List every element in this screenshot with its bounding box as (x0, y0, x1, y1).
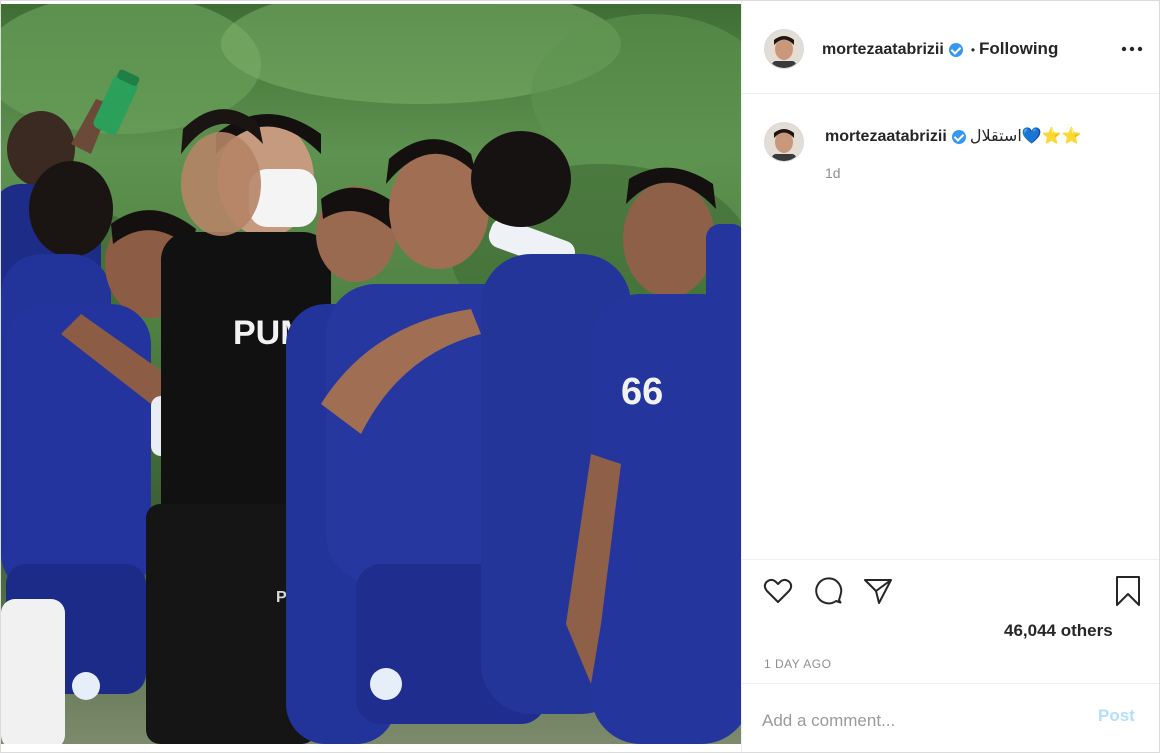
bookmark-icon[interactable] (1112, 575, 1144, 607)
caption-avatar[interactable] (764, 122, 804, 162)
caption-username[interactable]: mortezaatabrizii (825, 128, 947, 145)
more-options-icon[interactable] (1120, 39, 1144, 59)
caption-timestamp[interactable]: 1d (825, 165, 841, 181)
jersey-number: 66 (621, 371, 663, 413)
author-username[interactable]: mortezaatabrizii (822, 41, 944, 58)
likes-count[interactable]: 46,044 others (1004, 621, 1113, 641)
post-actions: 46,044 others 1 DAY AGO (742, 559, 1159, 684)
post-side-panel: mortezaatabrizii • Following mortezaatabri… (741, 1, 1159, 752)
team-photo-illustration: PUMA PUMA 66 (1, 4, 741, 744)
paper-plane-icon[interactable] (862, 575, 894, 607)
caption-verified-badge-icon (951, 129, 966, 144)
post-photo[interactable]: PUMA PUMA 66 (1, 4, 741, 744)
post-comment-button[interactable]: Post (1098, 706, 1135, 726)
verified-badge-icon (948, 42, 963, 57)
post-time-ago[interactable]: 1 DAY AGO (764, 657, 831, 671)
photo-bottom-strip (1, 744, 741, 752)
author-line: mortezaatabrizii • Following (822, 39, 1058, 59)
comment-icon[interactable] (812, 575, 844, 607)
post-window: PUMA PUMA 66 (0, 0, 1160, 753)
post-header: mortezaatabrizii • Following (742, 1, 1159, 94)
comment-bar: Post (742, 683, 1159, 752)
comment-input[interactable] (762, 706, 1082, 736)
author-avatar[interactable] (764, 29, 804, 69)
caption-text: استقلال💙⭐⭐ (969, 128, 1082, 145)
caption-line: mortezaatabrizii استقلال💙⭐⭐ (825, 126, 1082, 146)
following-button[interactable]: Following (979, 39, 1058, 58)
heart-icon[interactable] (762, 575, 794, 607)
separator-dot: • (970, 42, 976, 57)
caption-section: mortezaatabrizii استقلال💙⭐⭐ 1d (742, 94, 1159, 559)
